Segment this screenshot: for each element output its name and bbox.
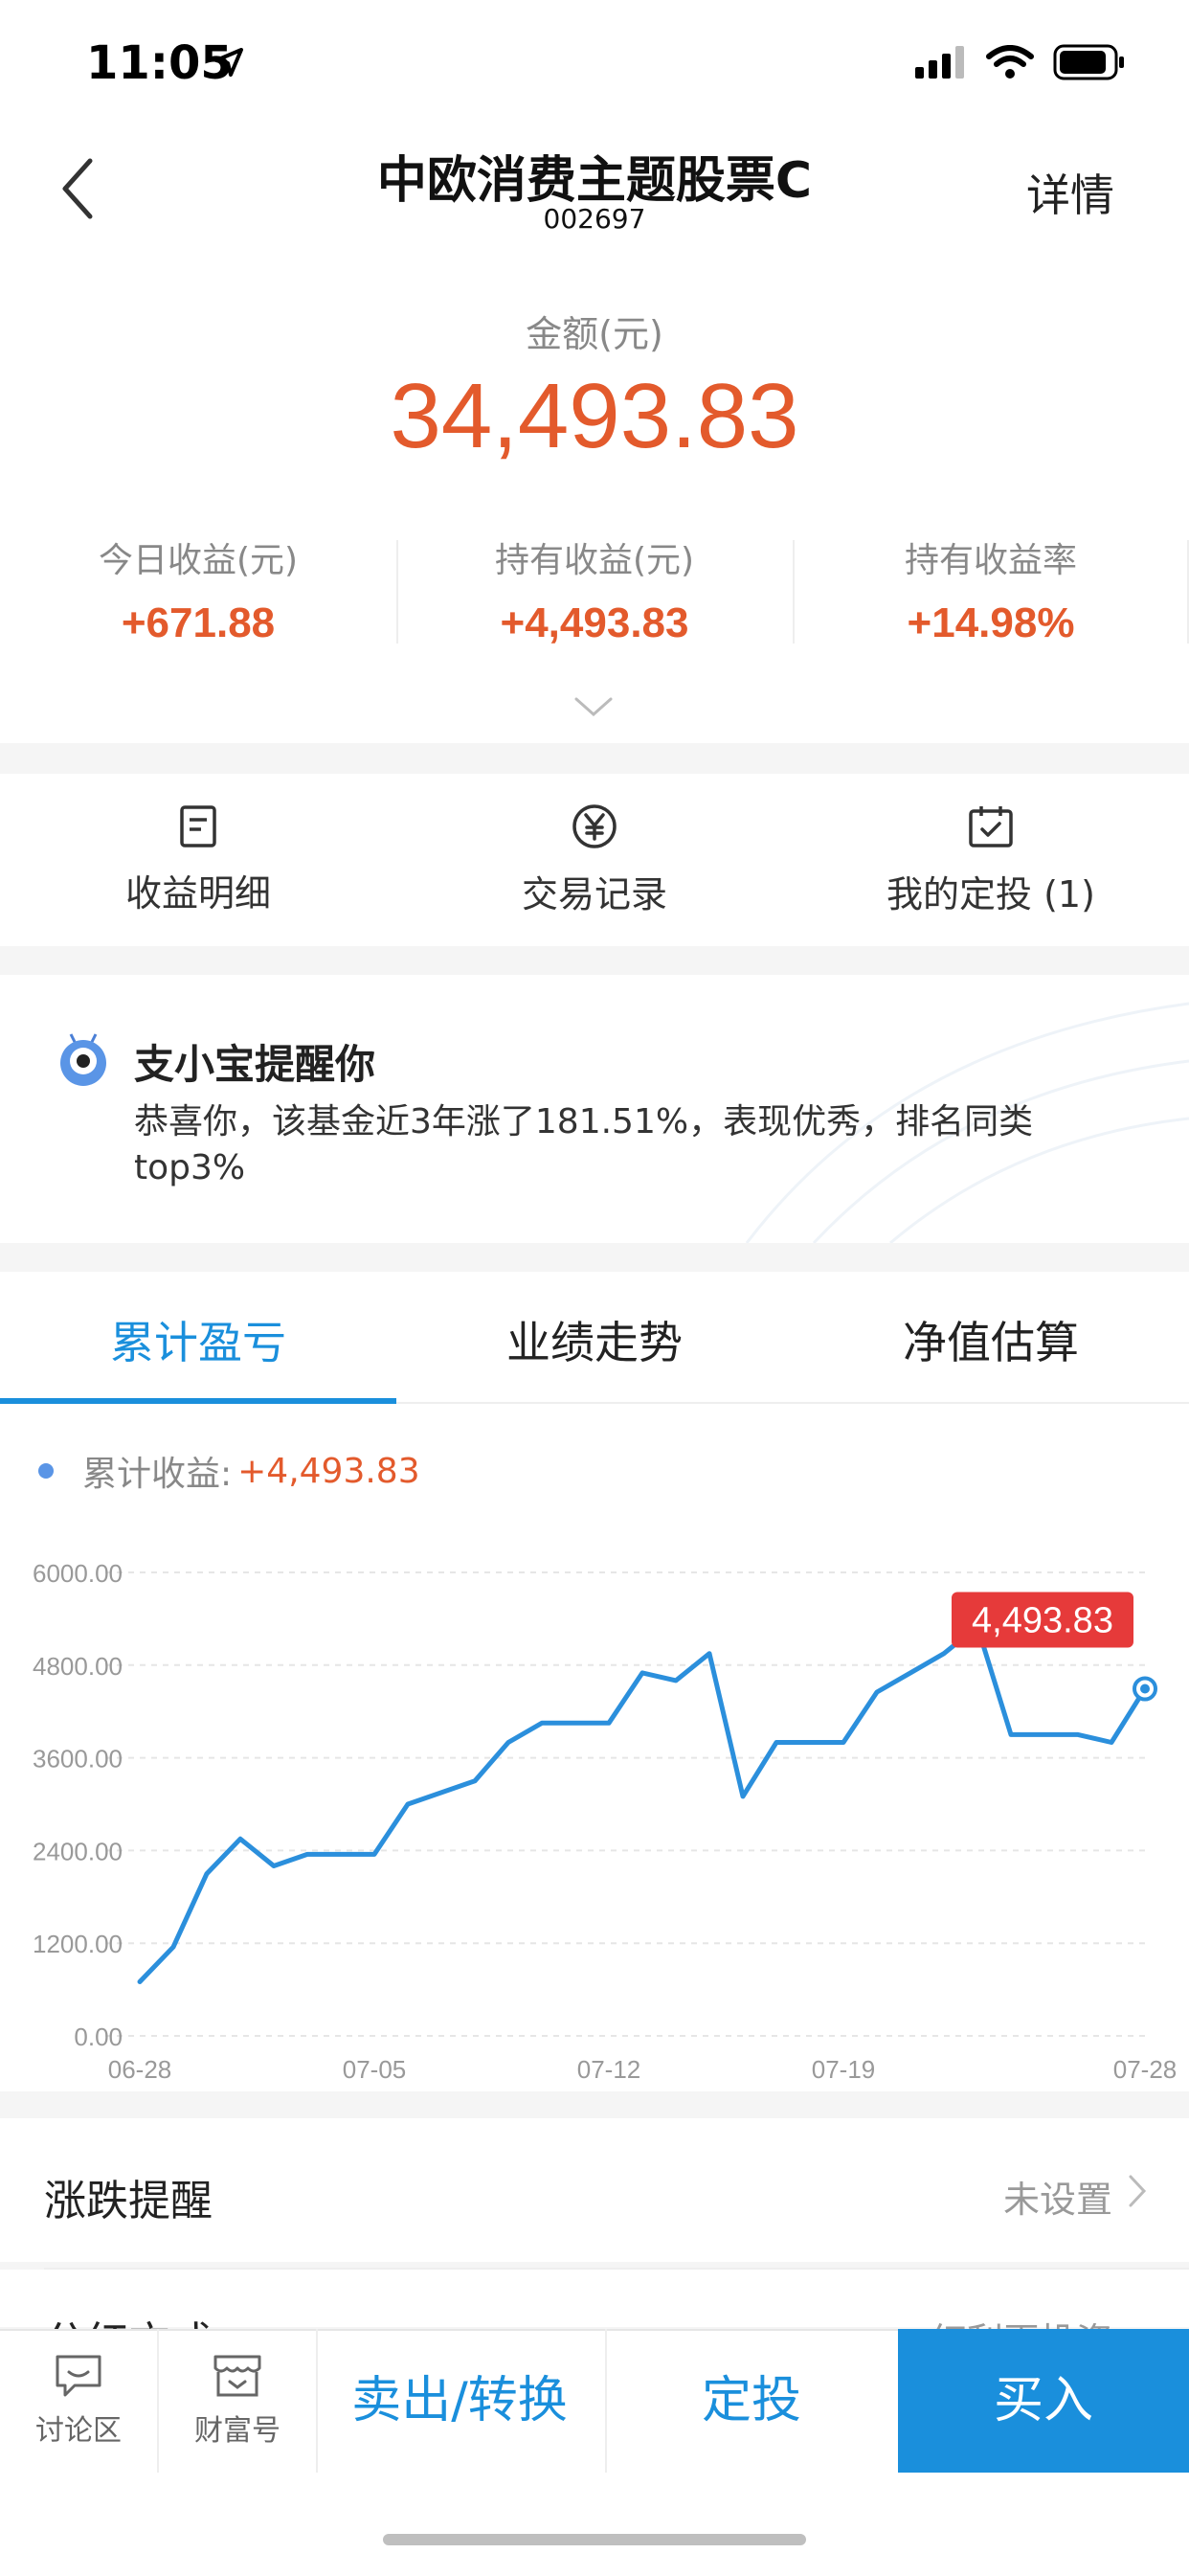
y-tick-label: 2400.00 (33, 1837, 123, 1865)
x-tick-label: 07-28 (1113, 2055, 1178, 2084)
buy-button[interactable]: 买入 (898, 2329, 1189, 2473)
x-tick-label: 07-19 (812, 2055, 876, 2084)
legend-value: +4,493.83 (237, 1451, 420, 1491)
divider (396, 540, 398, 644)
signal-icon (915, 46, 964, 79)
chart-tabs: 累计盈亏 业绩走势 净值估算 (0, 1272, 1189, 1404)
chat-bubble-icon (56, 2355, 101, 2397)
wealth-label: 财富号 (194, 2414, 280, 2448)
quick-actions: 收益明细 交易记录 我的定投 (1) (0, 774, 1189, 946)
wifi-icon (986, 45, 1034, 79)
tab-performance[interactable]: 业绩走势 (396, 1272, 793, 1402)
y-tick-label: 1200.00 (33, 1930, 123, 1958)
stats-row: 今日收益(元) +671.88 持有收益(元) +4,493.83 持有收益率 … (0, 532, 1189, 647)
quick-label: 我的定投 (1) (886, 872, 1095, 915)
tab-nav-estimate[interactable]: 净值估算 (793, 1272, 1189, 1402)
price-alert-value: 未设置 (1002, 2179, 1112, 2221)
stat-holding: 持有收益(元) +4,493.83 (396, 532, 793, 647)
stat-label: 今日收益(元) (98, 541, 299, 580)
stat-label: 持有收益率 (904, 541, 1077, 580)
details-link[interactable]: 详情 (1026, 161, 1114, 224)
quick-my-plan[interactable]: 我的定投 (1) (793, 774, 1189, 946)
wealth-button[interactable]: 财富号 (159, 2329, 316, 2473)
x-tick-label: 06-28 (108, 2055, 172, 2084)
store-icon (213, 2355, 261, 2397)
home-indicator (383, 2534, 806, 2545)
stat-value: +4,493.83 (500, 599, 689, 646)
status-icons (915, 44, 1126, 80)
price-alert-label: 涨跌提醒 (44, 2177, 213, 2226)
stat-today: 今日收益(元) +671.88 (0, 532, 396, 647)
quick-label: 收益明细 (124, 871, 271, 915)
quick-trade-records[interactable]: 交易记录 (396, 774, 793, 946)
quick-income-detail[interactable]: 收益明细 (0, 774, 396, 946)
value-callout-label: 4,493.83 (972, 1600, 1113, 1640)
series-line (137, 1624, 1148, 1984)
x-tick-label: 07-05 (343, 2055, 407, 2084)
fund-code: 002697 (543, 203, 646, 235)
yuan-circle-icon (572, 803, 617, 848)
document-icon (180, 804, 216, 847)
fund-title: 中欧消费主题股票C (376, 152, 813, 210)
y-tick-label: 3600.00 (33, 1745, 123, 1774)
status-time: 11:05 (86, 36, 233, 90)
location-arrow-icon (214, 48, 243, 77)
discuss-button[interactable]: 讨论区 (0, 2329, 157, 2473)
mascot-icon (60, 1033, 106, 1086)
battery-icon (1053, 44, 1124, 80)
expand-chevron-icon[interactable] (574, 697, 613, 716)
discuss-label: 讨论区 (35, 2414, 122, 2448)
calendar-check-icon (969, 805, 1013, 847)
amount-value: 34,493.83 (390, 365, 799, 467)
chart-legend: 累计收益: +4,493.83 (38, 1446, 420, 1496)
stat-label: 持有收益(元) (494, 541, 695, 580)
tab-cumulative-pnl[interactable]: 累计盈亏 (0, 1272, 396, 1404)
reminder-title: 支小宝提醒你 (134, 1041, 376, 1088)
sell-convert-button[interactable]: 卖出/转换 (316, 2329, 603, 2473)
stat-value: +14.98% (907, 599, 1075, 646)
stat-value: +671.88 (121, 599, 276, 646)
stat-rate: 持有收益率 +14.98% (793, 532, 1189, 647)
y-tick-label: 6000.00 (33, 1559, 123, 1588)
y-tick-label: 0.00 (74, 2022, 123, 2051)
amount-label: 金额(元) (526, 313, 663, 355)
divider (793, 540, 795, 644)
x-tick-label: 07-12 (577, 2055, 641, 2084)
y-tick-label: 4800.00 (33, 1652, 123, 1681)
cumulative-pnl-chart[interactable]: 0.00 1200.00 2400.00 3600.00 4800.00 6000.00 0… (0, 1532, 1189, 2091)
auto-invest-button[interactable]: 定投 (603, 2329, 900, 2473)
legend-label: 累计收益: (82, 1455, 233, 1494)
reminder-text: 恭喜你，该基金近3年涨了181.51%，表现优秀，排名同类top3% (134, 1102, 1034, 1187)
last-point-dot (1140, 1683, 1150, 1694)
quick-label: 交易记录 (521, 872, 667, 915)
chevron-right-icon (1129, 2175, 1147, 2207)
legend-dot (38, 1463, 54, 1479)
